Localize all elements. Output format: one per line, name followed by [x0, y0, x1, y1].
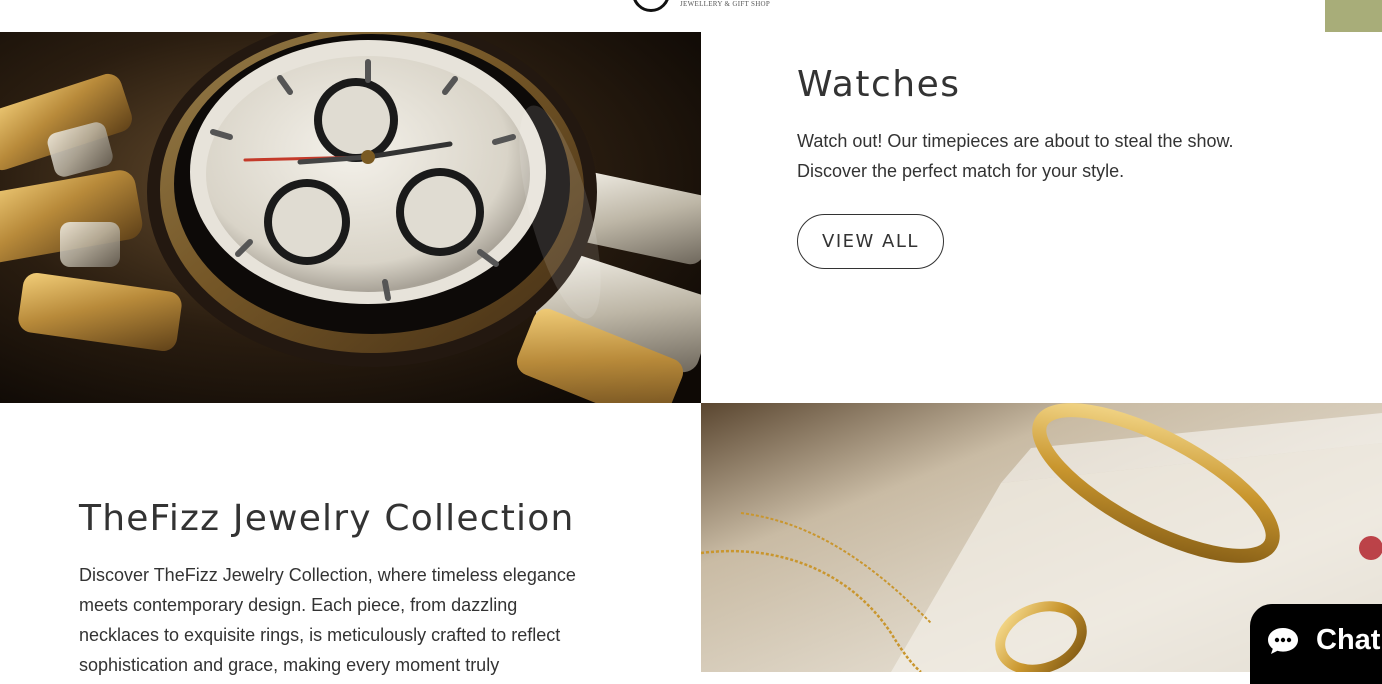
- jewelry-description-line-3: necklaces to exquisite rings, is meticul…: [79, 625, 561, 645]
- jewelry-title: TheFizz Jewelry Collection: [79, 498, 575, 539]
- logo-tagline: JEWELLERY & GIFT SHOP: [680, 0, 771, 8]
- watches-image: [0, 32, 701, 403]
- jewelry-description-line-2: meets contemporary design. Each piece, f…: [79, 595, 518, 615]
- chat-button[interactable]: Chat: [1250, 604, 1382, 684]
- view-all-watches-button[interactable]: VIEW ALL: [797, 214, 944, 269]
- watches-description-line-2: Discover the perfect match for your styl…: [797, 161, 1125, 181]
- watches-description: Watch out! Our timepieces are about to s…: [797, 126, 1297, 186]
- site-header: JEWELLERY & GIFT SHOP: [0, 0, 1382, 32]
- logo-mark[interactable]: [632, 0, 670, 12]
- jewelry-description: Discover TheFizz Jewelry Collection, whe…: [79, 560, 639, 680]
- header-accent-button[interactable]: [1325, 0, 1382, 32]
- watches-title: Watches: [797, 64, 961, 105]
- jewelry-description-line-4: sophistication and grace, making every m…: [79, 655, 500, 675]
- jewelry-section: TheFizz Jewelry Collection Discover TheF…: [79, 496, 639, 680]
- jewelry-description-line-1: Discover TheFizz Jewelry Collection, whe…: [79, 565, 576, 585]
- chat-bubble-icon: [1268, 628, 1298, 654]
- chat-label: Chat: [1316, 624, 1381, 656]
- watches-section: Watches Watch out! Our timepieces are ab…: [797, 62, 1297, 269]
- watch-illustration: [0, 32, 701, 403]
- watches-description-line-1: Watch out! Our timepieces are about to s…: [797, 131, 1234, 151]
